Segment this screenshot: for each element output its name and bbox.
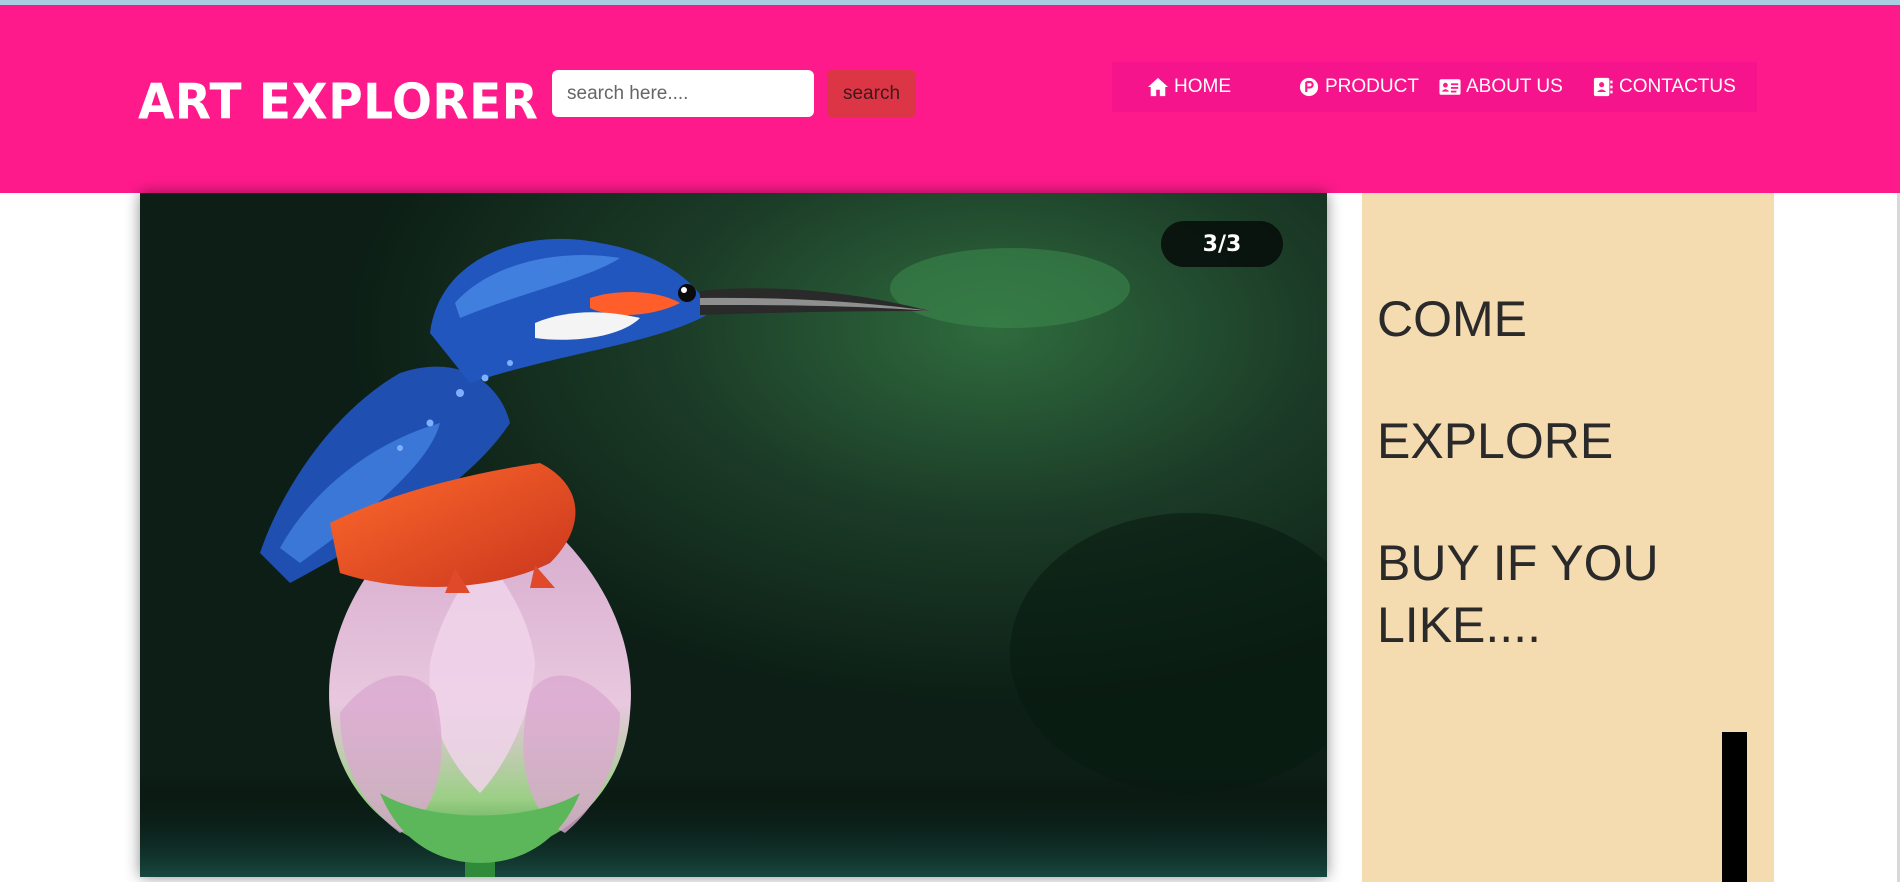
main-nav: HOME PRODUCT ABOUT US CONTACTUS <box>1112 62 1757 112</box>
product-p-icon <box>1298 77 1320 97</box>
slide-counter: 3/3 <box>1161 221 1283 267</box>
promo-line-explore: EXPLORE <box>1377 413 1614 469</box>
search-button[interactable]: search <box>827 70 916 117</box>
kingfisher-painting-image <box>140 193 1327 877</box>
search-input[interactable] <box>552 70 814 117</box>
nav-about-us[interactable]: ABOUT US <box>1419 62 1574 112</box>
nav-contact-label: CONTACTUS <box>1619 76 1736 97</box>
id-card-icon <box>1439 77 1461 97</box>
image-carousel[interactable]: 3/3 <box>140 193 1327 877</box>
nav-about-label: ABOUT US <box>1466 76 1563 97</box>
nav-home[interactable]: HOME <box>1112 62 1268 112</box>
scroll-thumb[interactable] <box>1722 732 1747 882</box>
contact-book-icon <box>1592 77 1614 97</box>
home-icon <box>1147 77 1169 97</box>
nav-product[interactable]: PRODUCT <box>1268 62 1419 112</box>
nav-product-label: PRODUCT <box>1325 76 1419 97</box>
nav-home-label: HOME <box>1174 76 1231 97</box>
nav-contact-us[interactable]: CONTACTUS <box>1574 62 1757 112</box>
promo-text: COME EXPLORE BUY IF YOU LIKE.... <box>1377 288 1767 656</box>
brand-logo[interactable]: ART EXPLORER <box>138 72 538 135</box>
site-header: ART EXPLORER search HOME PRODUCT ABOUT U… <box>0 5 1900 193</box>
promo-panel: COME EXPLORE BUY IF YOU LIKE.... <box>1362 193 1774 882</box>
promo-line-buy: BUY IF YOU LIKE.... <box>1377 535 1659 653</box>
promo-line-come: COME <box>1377 291 1527 347</box>
